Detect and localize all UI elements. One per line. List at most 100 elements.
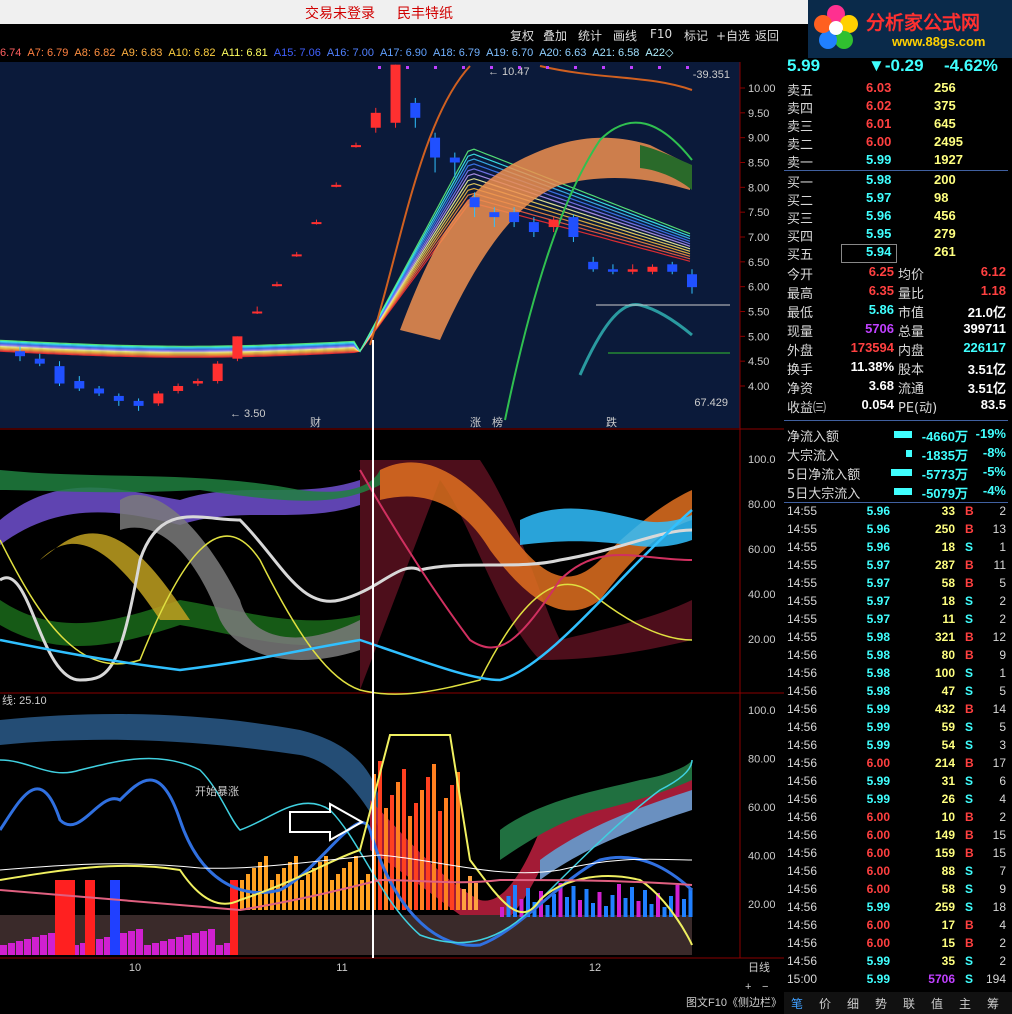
- tick-volume: 58: [941, 576, 955, 590]
- ask-level-label: 卖四: [787, 102, 814, 117]
- flow-label: 大宗流入: [787, 449, 840, 464]
- histogram-bar: [500, 907, 504, 917]
- tick-volume: 18: [941, 594, 955, 608]
- ask-level-label: 卖三: [787, 120, 814, 135]
- ask-volume: 375: [934, 98, 956, 113]
- ind2-y-tick-label: 40.00: [748, 851, 776, 863]
- tick-volume: 54: [941, 738, 955, 752]
- signal-dot: [490, 66, 493, 69]
- histogram-bar: [591, 903, 595, 917]
- tick-price: 5.98: [866, 648, 890, 662]
- tick-side: B: [965, 558, 974, 572]
- histogram-bar: [264, 856, 268, 910]
- stat-value: 5706: [865, 321, 894, 336]
- stat-value: 21.0亿: [967, 305, 1006, 320]
- tick-price: 5.99: [866, 900, 890, 914]
- price-and-indicator-charts[interactable]: 10.00 9.50 9.00 8.50 8.00 7.50 7.00 6.50 6.00 5.5…: [0, 0, 784, 1014]
- tick-volume: 287: [934, 558, 955, 572]
- volume-bar: [0, 945, 7, 955]
- bid-volume: 98: [934, 190, 949, 205]
- histogram-bar: [565, 897, 569, 917]
- tick-price: 5.98: [866, 666, 890, 680]
- tick-side: S: [965, 684, 974, 698]
- histogram-bar: [366, 874, 370, 910]
- tick-volume: 59: [941, 720, 955, 734]
- tick-time: 15:00: [787, 972, 818, 986]
- histogram-bar: [390, 795, 394, 910]
- stat-label: 股本: [898, 363, 925, 378]
- volume-bar: [192, 933, 199, 955]
- bid-level-label: 买一: [787, 176, 814, 191]
- tick-count: 5: [999, 576, 1006, 590]
- logo-url: www.88gs.com: [892, 34, 986, 49]
- main-y-tick-label: 6.50: [748, 257, 769, 269]
- ask-price: 6.02: [866, 98, 892, 113]
- tick-price: 6.00: [866, 756, 890, 770]
- tick-count: 18: [992, 900, 1006, 914]
- volume-bar: [40, 935, 47, 955]
- bid-price: 5.98: [866, 172, 892, 187]
- candle-body: [627, 269, 638, 272]
- tick-price: 5.99: [866, 774, 890, 788]
- ind1-y-tick-label: 40.00: [748, 589, 776, 601]
- tick-price: 5.99: [866, 720, 890, 734]
- candle-body: [212, 363, 223, 382]
- logo-title: 分析家公式网: [866, 12, 981, 34]
- side-tab-2[interactable]: 细: [847, 995, 859, 1012]
- ind1-y-tick-label: 60.00: [748, 544, 776, 556]
- orderbook-divider: [784, 170, 1008, 171]
- side-tab-0[interactable]: 笔: [791, 995, 803, 1012]
- candle-body: [15, 351, 25, 357]
- volume-bar: [85, 880, 95, 955]
- stat-value: 3.51亿: [967, 362, 1006, 377]
- histogram-bar: [240, 880, 244, 910]
- volume-bar: [128, 931, 135, 955]
- signal-dot: [378, 66, 381, 69]
- histogram-bar: [649, 904, 654, 917]
- volume-bar: [104, 937, 111, 955]
- price-change-pct: -4.62%: [944, 56, 998, 75]
- main-y-tick-label: 7.50: [748, 207, 769, 219]
- candle-body: [113, 395, 124, 401]
- x-tick-label: 11: [336, 962, 347, 974]
- tick-count: 15: [992, 828, 1006, 842]
- candle-body: [74, 381, 85, 389]
- volume-bar: [168, 939, 175, 955]
- tick-side: B: [965, 756, 974, 770]
- tick-side: B: [965, 828, 974, 842]
- bid-volume: 261: [934, 244, 956, 259]
- histogram-bar: [306, 874, 310, 910]
- stat-label: 最高: [787, 287, 814, 302]
- histogram-bar: [552, 894, 556, 917]
- tick-price: 5.96: [866, 540, 890, 554]
- selected-bid-box[interactable]: [841, 244, 897, 263]
- ind2-y-tick-label: 60.00: [748, 802, 776, 814]
- zoom-in-button: +: [745, 981, 751, 993]
- stat-label: 市值: [898, 306, 925, 321]
- ind1-y-tick-label: 20.00: [748, 634, 776, 646]
- stat-value: 5.86: [868, 302, 894, 317]
- side-tab-7[interactable]: 筹: [987, 995, 999, 1012]
- tick-count: 2: [999, 954, 1006, 968]
- flow-label: 净流入额: [787, 430, 840, 445]
- flow-label: 5日大宗流入: [787, 487, 861, 502]
- histogram-bar: [330, 880, 334, 910]
- tick-time: 14:55: [787, 594, 818, 608]
- side-tab-4[interactable]: 联: [903, 995, 915, 1012]
- histogram-bar: [545, 905, 550, 917]
- flow-label: 5日净流入额: [787, 468, 861, 483]
- histogram-bar: [474, 883, 478, 910]
- volume-bar: [55, 880, 65, 955]
- tick-price: 6.00: [866, 918, 890, 932]
- site-logo: 分析家公式网 www.88gs.com: [808, 0, 1012, 58]
- histogram-bar: [300, 880, 304, 910]
- histogram-bar: [408, 816, 412, 910]
- flow-pct: -19%: [975, 426, 1006, 441]
- side-tab-1[interactable]: 价: [819, 995, 831, 1012]
- side-tab-5[interactable]: 值: [931, 995, 943, 1012]
- tick-count: 3: [999, 738, 1006, 752]
- tick-time: 14:56: [787, 936, 818, 950]
- side-tab-6[interactable]: 主: [959, 995, 971, 1012]
- side-tab-3[interactable]: 势: [875, 995, 887, 1012]
- tick-side: B: [965, 702, 974, 716]
